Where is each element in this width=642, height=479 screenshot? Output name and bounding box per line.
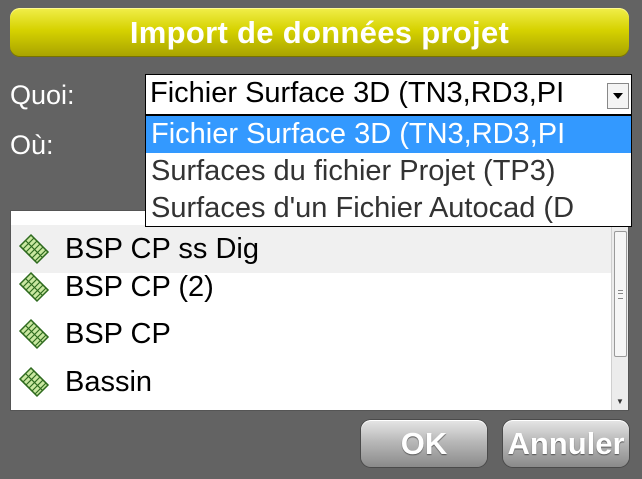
surface-mesh-icon — [18, 366, 50, 398]
list-item-label: BSP CP — [65, 317, 171, 350]
type-dropdown-list[interactable]: Fichier Surface 3D (TN3,RD3,PI Surfaces … — [145, 115, 632, 227]
list-item[interactable]: Bassin — [11, 358, 612, 406]
scrollbar-thumb[interactable] — [614, 231, 627, 357]
type-select-value: Fichier Surface 3D (TN3,RD3,PI — [150, 77, 565, 109]
where-label: Où: — [10, 130, 54, 160]
cancel-button[interactable]: Annuler — [503, 420, 629, 467]
dropdown-option[interactable]: Surfaces d'un Fichier Autocad (D — [146, 190, 631, 226]
dialog-title: Import de données projet — [129, 14, 510, 50]
dropdown-option[interactable]: Surfaces du fichier Projet (TP3) — [146, 153, 631, 190]
grip-icon — [618, 290, 623, 299]
list-scrollbar[interactable]: ▼ — [611, 211, 628, 410]
ok-button[interactable]: OK — [361, 420, 487, 467]
scroll-down-arrow-icon[interactable]: ▼ — [616, 397, 624, 406]
list-item[interactable]: BSP CP (2) — [11, 263, 612, 311]
what-label: Quoi: — [10, 80, 75, 110]
list-item-label: Bassin — [65, 365, 153, 398]
surface-mesh-icon — [18, 233, 50, 265]
surface-mesh-icon — [18, 271, 50, 303]
list-item[interactable]: BSP CP — [11, 310, 612, 358]
list-item-label: BSP CP ss Dig — [65, 232, 259, 265]
surface-mesh-icon — [18, 318, 50, 350]
chevron-down-icon[interactable] — [607, 83, 629, 109]
surface-list[interactable]: BSP CP ss Dig BSP CP (2) BSP CP Bassin ▼ — [10, 210, 629, 411]
list-item-label: BSP CP (2) — [65, 270, 214, 303]
dropdown-option[interactable]: Fichier Surface 3D (TN3,RD3,PI — [146, 116, 631, 153]
type-select[interactable]: Fichier Surface 3D (TN3,RD3,PI — [145, 74, 632, 115]
title-bar: Import de données projet — [10, 8, 629, 57]
